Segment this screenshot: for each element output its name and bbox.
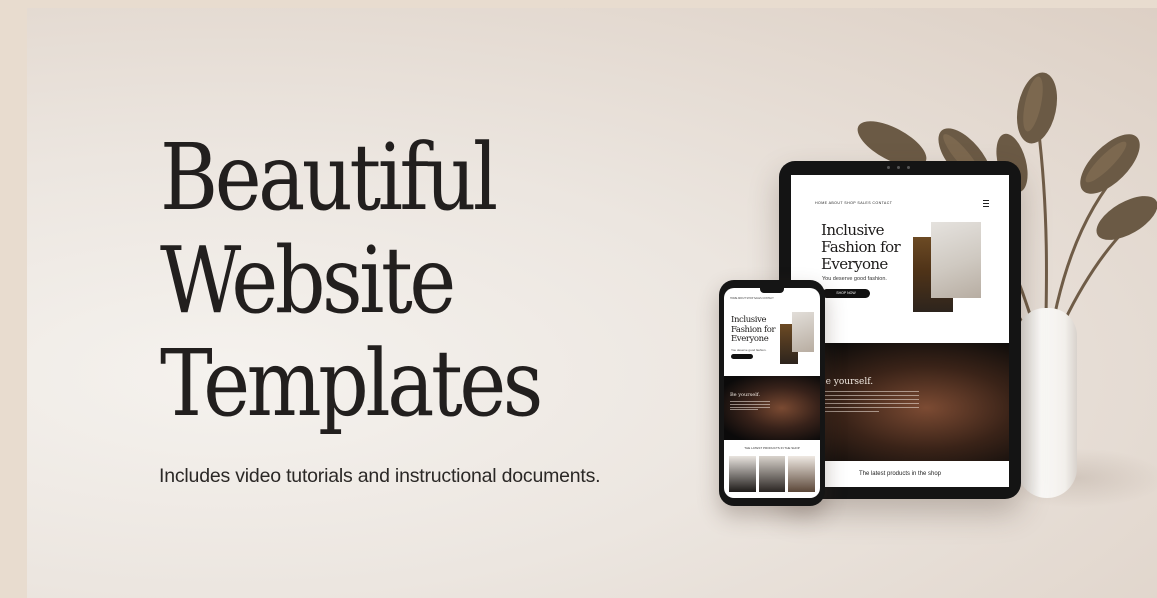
phone-hero-title: Inclusive Fashion for Everyone — [731, 315, 776, 345]
phone-model-photo-2 — [792, 312, 814, 352]
tablet-shop-button: SHOP NOW — [822, 289, 870, 298]
camera-icon — [897, 166, 900, 169]
camera-icon — [887, 166, 890, 169]
banner: Beautiful Website Templates Includes vid… — [27, 8, 1157, 598]
headline-line: Templates — [160, 330, 543, 437]
camera-icon — [907, 166, 910, 169]
phone-tagline: You deserve good fashion. — [731, 348, 767, 352]
tablet-hero-title: Inclusive Fashion for Everyone — [821, 221, 901, 273]
product-thumbnail — [758, 456, 786, 492]
tablet-feature-title: Be yourself. — [819, 377, 874, 387]
phone-nav: HOME ABOUT SHOP SALES CONTACT — [730, 297, 774, 300]
product-thumbnail — [729, 456, 756, 492]
phone-footer-heading: THE LATEST PRODUCTS IN THE SHOP — [744, 446, 800, 450]
phone-screen: HOME ABOUT SHOP SALES CONTACT Inclusive … — [724, 288, 820, 498]
phone-feature-title: Be yourself. — [730, 392, 761, 398]
tablet-hero-line: Everyone — [821, 255, 888, 273]
headline: Beautiful Website Templates — [160, 124, 543, 437]
tablet-nav: HOME ABOUT SHOP SALES CONTACT — [815, 201, 893, 205]
menu-icon — [983, 200, 989, 207]
phone-product-grid — [729, 456, 816, 492]
phone-mockup: HOME ABOUT SHOP SALES CONTACT Inclusive … — [719, 280, 825, 506]
tablet-hero-line: Fashion for — [821, 238, 901, 256]
product-thumbnail — [788, 456, 816, 492]
vase — [1017, 308, 1077, 498]
phone-hero-line: Everyone — [731, 334, 769, 344]
subtitle: Includes video tutorials and instruction… — [159, 465, 601, 487]
tablet-tagline: You deserve good fashion. — [822, 276, 887, 282]
headline-line: Website — [160, 227, 456, 334]
tablet-model-photo-2 — [931, 222, 981, 298]
phone-feature-copy — [730, 401, 770, 412]
tablet-hero-line: Inclusive — [821, 221, 885, 239]
tablet-feature-copy — [819, 391, 919, 415]
phone-feature-section: Be yourself. — [724, 376, 820, 440]
phone-notch — [760, 288, 784, 293]
phone-shop-button — [731, 354, 753, 359]
headline-line: Beautiful — [160, 124, 498, 231]
